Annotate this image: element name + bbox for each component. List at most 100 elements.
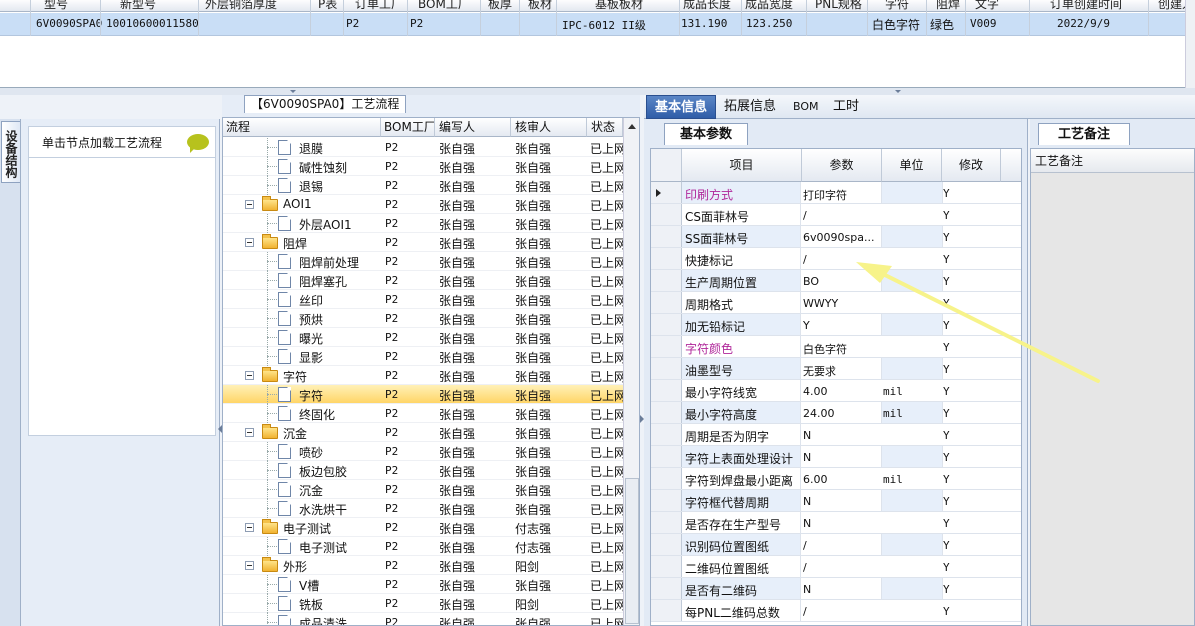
param-value[interactable]: / [803,605,807,618]
tree-row[interactable]: 喷砂 P2 张自强 张自强 已上网 [223,442,623,461]
param-col-modify[interactable]: 修改 [942,149,1001,182]
param-modify[interactable]: Y [943,473,950,486]
row-indicator[interactable] [651,292,682,313]
col-header-material[interactable]: 板材 [528,0,552,11]
param-modify[interactable]: Y [943,209,950,222]
col-header-ptable[interactable]: P表 [318,0,337,11]
param-value[interactable]: 无要求 [803,363,836,379]
tree-row[interactable]: 阻焊 P2 张自强 张自强 已上网 [223,233,623,252]
col-header-thickness[interactable]: 板厚 [488,0,512,11]
row-indicator[interactable] [651,248,682,269]
tree-row[interactable]: 外形 P2 张自强 阳剑 已上网 [223,556,623,575]
tree-row[interactable]: 字符 P2 张自强 张自强 已上网 [223,366,623,385]
col-header-silk[interactable]: 字符 [885,0,909,11]
tree-row[interactable]: 字符 P2 张自强 张自强 已上网 [223,385,623,404]
row-indicator[interactable] [651,534,682,555]
param-value[interactable]: 4.00 [803,385,828,398]
param-row[interactable]: 字符到焊盘最小距离 6.00 mil Y [651,468,1021,490]
tree-row[interactable]: 沉金 P2 张自强 张自强 已上网 [223,480,623,499]
param-row[interactable]: 周期格式 WWYY Y [651,292,1021,314]
row-indicator[interactable] [651,468,682,489]
collapse-node-icon[interactable] [245,200,254,209]
scrollbar-thumb[interactable] [625,478,639,624]
tree-row[interactable]: 阻焊前处理 P2 张自强 张自强 已上网 [223,252,623,271]
collapse-node-icon[interactable] [245,428,254,437]
param-value[interactable]: 24.00 [803,407,835,420]
param-modify[interactable]: Y [943,539,950,552]
param-row[interactable]: 油墨型号 无要求 Y [651,358,1021,380]
col-header-width[interactable]: 成品宽度 [745,0,793,11]
param-row[interactable]: 识别码位置图纸 / Y [651,534,1021,556]
param-modify[interactable]: Y [943,451,950,464]
tree-row[interactable]: 电子测试 P2 张自强 付志强 已上网 [223,518,623,537]
tree-row[interactable]: 退锡 P2 张自强 张自强 已上网 [223,176,623,195]
tree-row[interactable]: 阻焊塞孔 P2 张自强 张自强 已上网 [223,271,623,290]
param-value[interactable]: N [803,517,811,530]
param-modify[interactable]: Y [943,275,950,288]
param-col-item[interactable]: 项目 [682,149,802,182]
param-value[interactable]: / [803,561,807,574]
collapse-node-icon[interactable] [245,523,254,532]
col-header-mask[interactable]: 阻焊 [936,0,960,11]
row-indicator[interactable] [651,490,682,511]
tree-row[interactable]: 曝光 P2 张自强 张自强 已上网 [223,328,623,347]
tree-row[interactable]: 退膜 P2 张自强 张自强 已上网 [223,138,623,157]
param-modify[interactable]: Y [943,517,950,530]
param-value[interactable]: 6.00 [803,473,828,486]
param-modify[interactable]: Y [943,605,950,618]
tree-row[interactable]: 丝印 P2 张自强 张自强 已上网 [223,290,623,309]
param-row[interactable]: 每PNL二维码总数 / Y [651,600,1021,622]
param-row[interactable]: 加无铅标记 Y Y [651,314,1021,336]
row-indicator[interactable] [651,270,682,291]
param-row[interactable]: 字符颜色 白色字符 Y [651,336,1021,358]
tree-row[interactable]: 显影 P2 张自强 张自强 已上网 [223,347,623,366]
tree-row[interactable]: 碱性蚀刻 P2 张自强 张自强 已上网 [223,157,623,176]
param-modify[interactable]: Y [943,319,950,332]
param-value[interactable]: N [803,583,811,596]
horizontal-splitter[interactable] [0,88,1195,95]
order-row[interactable]: 6V0090SPA0 10010600011580 P2 P2 IPC-6012… [0,13,1195,36]
tree-row[interactable]: AOI1 P2 张自强 张自强 已上网 [223,195,623,214]
col-header-pnl[interactable]: PNL规格 [815,0,862,11]
tree-row[interactable]: 预烘 P2 张自强 张自强 已上网 [223,309,623,328]
col-header-new-model[interactable]: 新型号 [120,0,156,11]
tree-col-reviewer[interactable]: 核审人 [511,118,587,137]
param-row[interactable]: 生产周期位置 BO Y [651,270,1021,292]
param-row[interactable]: 快捷标记 / Y [651,248,1021,270]
scroll-up-icon[interactable] [628,124,636,129]
tree-scrollbar[interactable] [623,118,639,625]
row-indicator[interactable] [651,358,682,379]
param-row[interactable]: 印刷方式 打印字符 Y [651,182,1021,204]
param-row[interactable]: 字符框代替周期 N Y [651,490,1021,512]
collapse-node-icon[interactable] [245,371,254,380]
row-indicator[interactable] [651,578,682,599]
row-indicator[interactable] [651,380,682,401]
tree-col-writer[interactable]: 编写人 [435,118,511,137]
param-row[interactable]: 是否有二维码 N Y [651,578,1021,600]
param-modify[interactable]: Y [943,253,950,266]
col-header-model[interactable]: 型号 [44,0,68,11]
param-row[interactable]: 最小字符线宽 4.00 mil Y [651,380,1021,402]
row-indicator[interactable] [651,424,682,445]
param-value[interactable]: Y [803,319,810,332]
param-row[interactable]: 字符上表面处理设计 N Y [651,446,1021,468]
param-row[interactable]: CS面菲林号 / Y [651,204,1021,226]
col-header-base[interactable]: 基板板材 [595,0,643,11]
tab-bom[interactable]: BOM [785,95,827,119]
side-tab-device-structure[interactable]: 设备结构 [1,121,20,183]
tab-basic-params[interactable]: 基本参数 [664,123,748,145]
param-modify[interactable]: Y [943,297,950,310]
tab-process-notes[interactable]: 工艺备注 [1038,123,1130,145]
param-modify[interactable]: Y [943,231,950,244]
param-value[interactable]: 打印字符 [803,187,847,203]
col-header-copper[interactable]: 外层铜箔厚度 [205,0,277,11]
tree-row[interactable]: 终固化 P2 张自强 张自强 已上网 [223,404,623,423]
col-header-order-factory[interactable]: 订单工厂 [355,0,403,11]
param-value[interactable]: N [803,451,811,464]
param-col-value[interactable]: 参数 [802,149,882,182]
param-modify[interactable]: Y [943,495,950,508]
col-header-text[interactable]: 文字 [975,0,999,11]
param-value[interactable]: / [803,539,807,552]
param-value[interactable]: 6v0090spa... [803,231,874,244]
param-modify[interactable]: Y [943,583,950,596]
